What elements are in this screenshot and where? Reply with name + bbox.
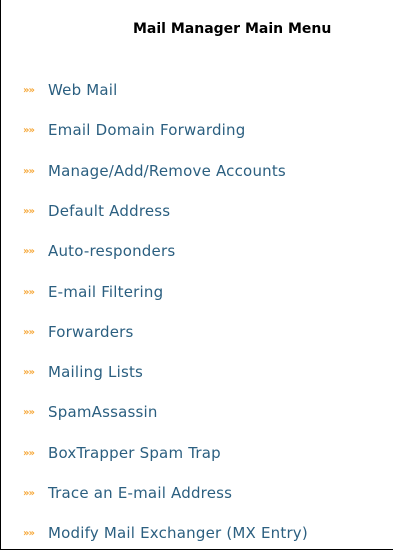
double-chevron-icon: »»: [23, 406, 35, 418]
mail-manager-panel: Mail Manager Main Menu »» Web Mail »» Em…: [0, 0, 393, 550]
menu-item-modify-mx[interactable]: »» Modify Mail Exchanger (MX Entry): [23, 522, 308, 544]
modify-mx-link[interactable]: Modify Mail Exchanger (MX Entry): [48, 524, 308, 542]
email-filtering-link[interactable]: E-mail Filtering: [48, 283, 163, 301]
menu-item-spamassassin[interactable]: »» SpamAssassin: [23, 401, 158, 423]
default-address-link[interactable]: Default Address: [48, 202, 170, 220]
double-chevron-icon: »»: [23, 245, 35, 257]
menu-item-email-filtering[interactable]: »» E-mail Filtering: [23, 281, 163, 303]
menu-item-trace-email[interactable]: »» Trace an E-mail Address: [23, 482, 232, 504]
auto-responders-link[interactable]: Auto-responders: [48, 242, 175, 260]
forwarders-link[interactable]: Forwarders: [48, 323, 134, 341]
menu-item-web-mail[interactable]: »» Web Mail: [23, 79, 118, 101]
menu-item-auto-responders[interactable]: »» Auto-responders: [23, 240, 175, 262]
boxtrapper-link[interactable]: BoxTrapper Spam Trap: [48, 444, 221, 462]
web-mail-link[interactable]: Web Mail: [48, 81, 118, 99]
trace-email-link[interactable]: Trace an E-mail Address: [48, 484, 232, 502]
double-chevron-icon: »»: [23, 286, 35, 298]
double-chevron-icon: »»: [23, 326, 35, 338]
double-chevron-icon: »»: [23, 165, 35, 177]
menu-item-default-address[interactable]: »» Default Address: [23, 200, 170, 222]
mail-menu-list: »» Web Mail »» Email Domain Forwarding »…: [1, 0, 393, 550]
manage-accounts-link[interactable]: Manage/Add/Remove Accounts: [48, 162, 286, 180]
menu-item-forwarders[interactable]: »» Forwarders: [23, 321, 134, 343]
double-chevron-icon: »»: [23, 447, 35, 459]
double-chevron-icon: »»: [23, 124, 35, 136]
menu-item-mailing-lists[interactable]: »» Mailing Lists: [23, 361, 143, 383]
menu-item-manage-accounts[interactable]: »» Manage/Add/Remove Accounts: [23, 160, 286, 182]
double-chevron-icon: »»: [23, 487, 35, 499]
double-chevron-icon: »»: [23, 84, 35, 96]
spamassassin-link[interactable]: SpamAssassin: [48, 403, 158, 421]
mailing-lists-link[interactable]: Mailing Lists: [48, 363, 143, 381]
double-chevron-icon: »»: [23, 205, 35, 217]
email-domain-forwarding-link[interactable]: Email Domain Forwarding: [48, 121, 245, 139]
menu-item-boxtrapper[interactable]: »» BoxTrapper Spam Trap: [23, 442, 221, 464]
double-chevron-icon: »»: [23, 366, 35, 378]
menu-item-email-domain-forwarding[interactable]: »» Email Domain Forwarding: [23, 119, 245, 141]
double-chevron-icon: »»: [23, 527, 35, 539]
